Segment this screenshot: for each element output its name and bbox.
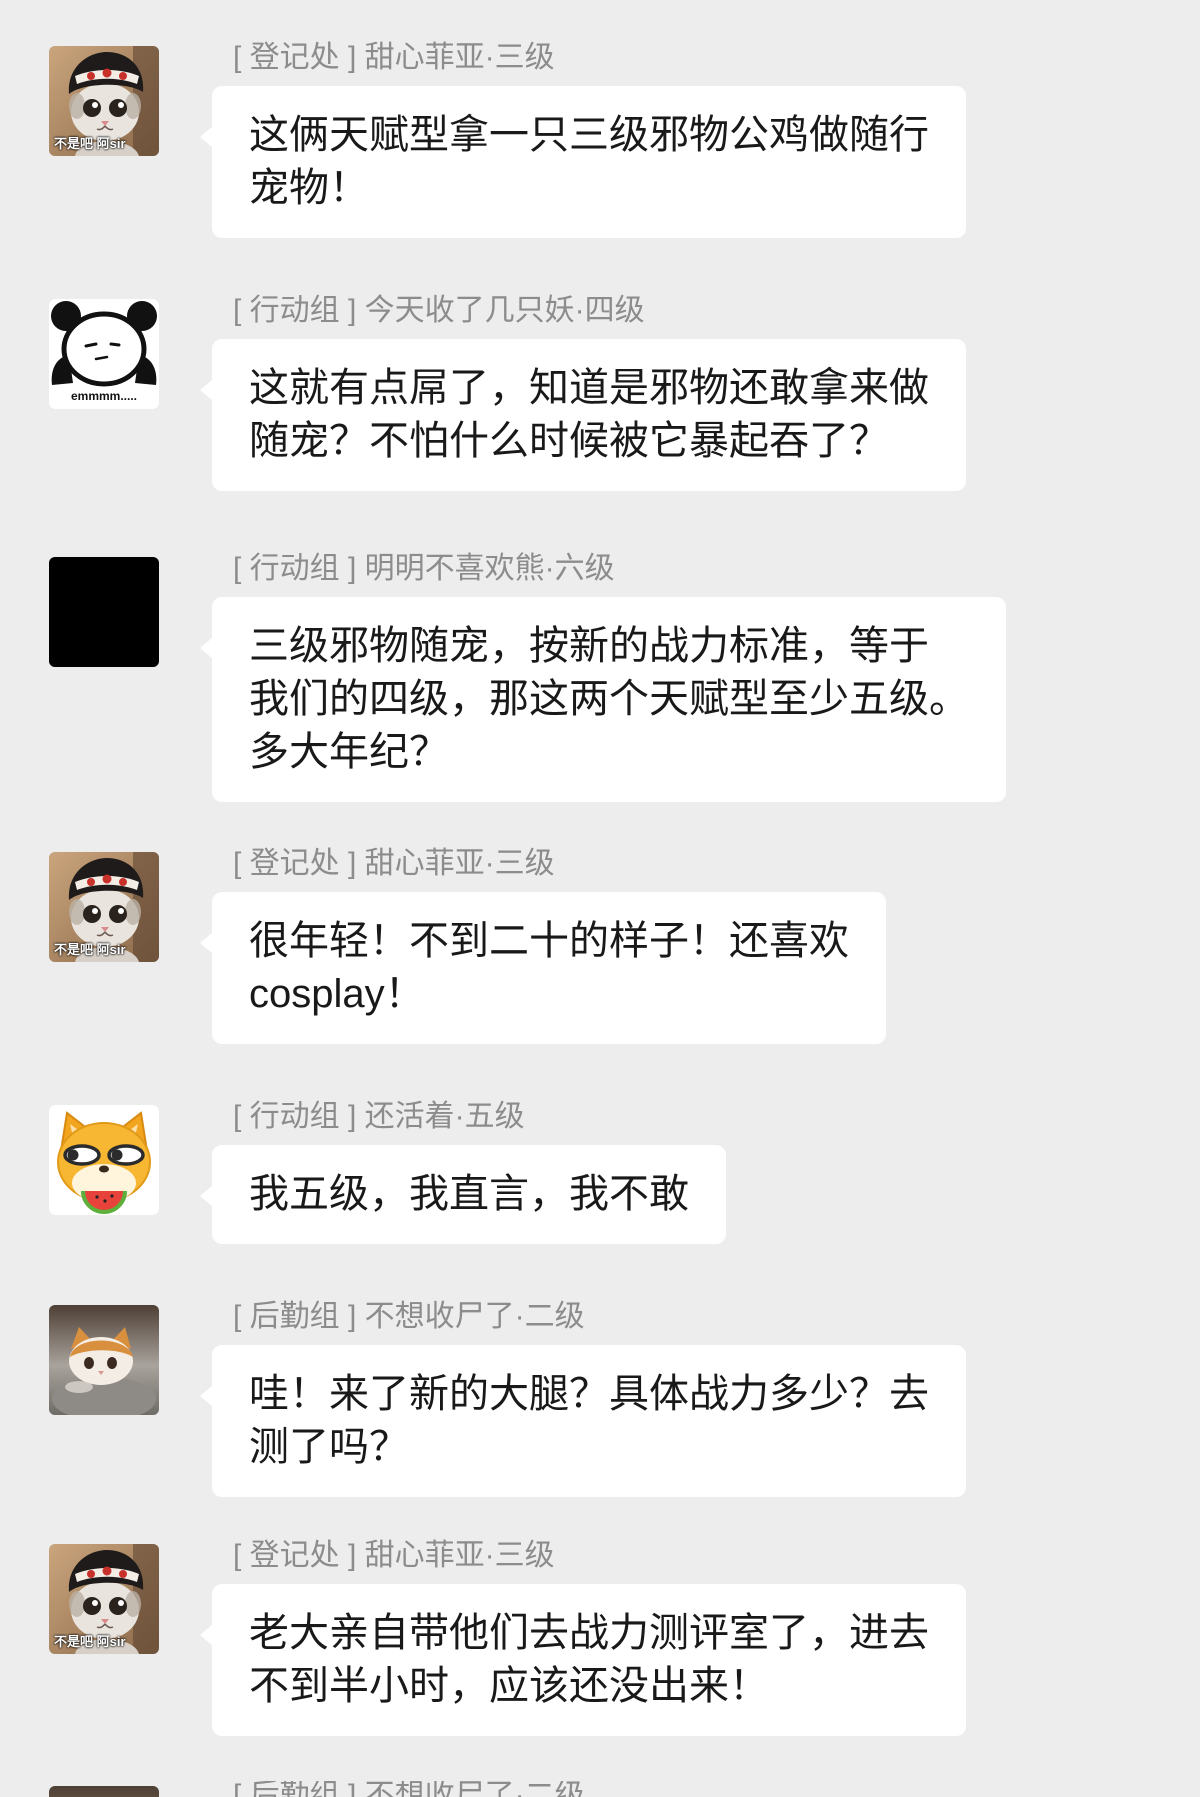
cat-in-hat-avatar[interactable]: 不是吧 阿sir [49, 852, 159, 962]
sad-kitten-photo-icon [49, 1305, 159, 1415]
chat-message-list[interactable]: 不是吧 阿sir [ 登记处 ] 甜心菲亚·三级 这俩天赋型拿一只三级邪物公鸡做… [0, 0, 1200, 1797]
message-line: 宠物！ [249, 166, 369, 210]
sender-name: [ 登记处 ] 甜心菲亚·三级 [233, 847, 555, 880]
message-bubble[interactable]: 三级邪物随宠，按新的战力标准，等于 我们的四级，那这两个天赋型至少五级。 多大年… [200, 597, 1006, 802]
message-line: 不到半小时，应该还没出来！ [249, 1664, 769, 1708]
message-bubble[interactable]: 这就有点屌了，知道是邪物还敢拿来做 随宠？不怕什么时候被它暴起吞了？ [200, 339, 966, 491]
cat-in-hat-avatar[interactable]: 不是吧 阿sir [49, 46, 159, 156]
message-line: 哇！来了新的大腿？具体战力多少？去 [249, 1372, 929, 1416]
message-line: 多大年纪？ [249, 730, 449, 774]
shiba-dog-emoji-icon [49, 1105, 159, 1215]
message-bubble[interactable]: 老大亲自带他们去战力测评室了，进去 不到半小时，应该还没出来！ [200, 1584, 966, 1736]
message-row: 不是吧 阿sir [ 登记处 ] 甜心菲亚·三级 老大亲自带他们去战力测评室了，… [0, 1539, 1200, 1736]
message-line: 三级邪物随宠，按新的战力标准，等于 [249, 624, 929, 668]
message-row: 不是吧 阿sir [ 登记处 ] 甜心菲亚·三级 这俩天赋型拿一只三级邪物公鸡做… [0, 41, 1200, 238]
sender-name: [ 行动组 ] 还活着·五级 [233, 1100, 525, 1133]
sad-kitten-avatar[interactable] [49, 1305, 159, 1415]
message-line: 老大亲自带他们去战力测评室了，进去 [249, 1611, 929, 1655]
message-row: emmmm..... [ 行动组 ] 今天收了几只妖·四级 这就有点屌了，知道是… [0, 294, 1200, 491]
message-line: 我五级，我直言，我不敢 [249, 1172, 689, 1216]
sender-name: [ 行动组 ] 今天收了几只妖·四级 [233, 294, 645, 327]
message-row-partial: [ 后勤组 ] 不想收尸了·二级 [0, 1781, 1200, 1797]
avatar-caption: 不是吧 阿sir [54, 136, 126, 151]
message-row: 不是吧 阿sir [ 登记处 ] 甜心菲亚·三级 很年轻！不到二十的样子！还喜欢… [0, 847, 1200, 1044]
sender-name: [ 后勤组 ] 不想收尸了·二级 [233, 1781, 585, 1797]
message-line: 很年轻！不到二十的样子！还喜欢 [249, 919, 849, 963]
message-line: 这就有点屌了，知道是邪物还敢拿来做 [249, 366, 929, 410]
sender-name: [ 登记处 ] 甜心菲亚·三级 [233, 41, 555, 74]
sender-name: [ 行动组 ] 明明不喜欢熊·六级 [233, 552, 615, 585]
message-bubble[interactable]: 哇！来了新的大腿？具体战力多少？去 测了吗？ [200, 1345, 966, 1497]
cat-in-hat-avatar[interactable]: 不是吧 阿sir [49, 1544, 159, 1654]
avatar-caption: 不是吧 阿sir [54, 942, 126, 957]
message-line: 我们的四级，那这两个天赋型至少五级。 [249, 677, 969, 721]
message-row: [ 行动组 ] 还活着·五级 我五级，我直言，我不敢 [0, 1100, 1200, 1244]
black-square-avatar[interactable] [49, 557, 159, 667]
message-bubble[interactable]: 我五级，我直言，我不敢 [200, 1145, 726, 1244]
message-line: 随宠？不怕什么时候被它暴起吞了？ [249, 419, 889, 463]
sad-kitten-avatar[interactable] [49, 1786, 159, 1797]
message-line: cosplay！ [249, 972, 425, 1016]
avatar-caption: emmmm..... [70, 389, 138, 403]
message-line: 这俩天赋型拿一只三级邪物公鸡做随行 [249, 113, 929, 157]
avatar-caption: 不是吧 阿sir [54, 1634, 126, 1649]
sender-name: [ 后勤组 ] 不想收尸了·二级 [233, 1300, 585, 1333]
message-bubble[interactable]: 这俩天赋型拿一只三级邪物公鸡做随行 宠物！ [200, 86, 966, 238]
panda-avatar[interactable]: emmmm..... [49, 299, 159, 409]
message-row: [ 后勤组 ] 不想收尸了·二级 哇！来了新的大腿？具体战力多少？去 测了吗？ [0, 1300, 1200, 1497]
sender-name: [ 登记处 ] 甜心菲亚·三级 [233, 1539, 555, 1572]
shiba-dog-avatar[interactable] [49, 1105, 159, 1215]
message-line: 测了吗？ [249, 1425, 409, 1469]
message-bubble[interactable]: 很年轻！不到二十的样子！还喜欢 cosplay！ [200, 892, 886, 1044]
message-row: [ 行动组 ] 明明不喜欢熊·六级 三级邪物随宠，按新的战力标准，等于 我们的四… [0, 552, 1200, 802]
